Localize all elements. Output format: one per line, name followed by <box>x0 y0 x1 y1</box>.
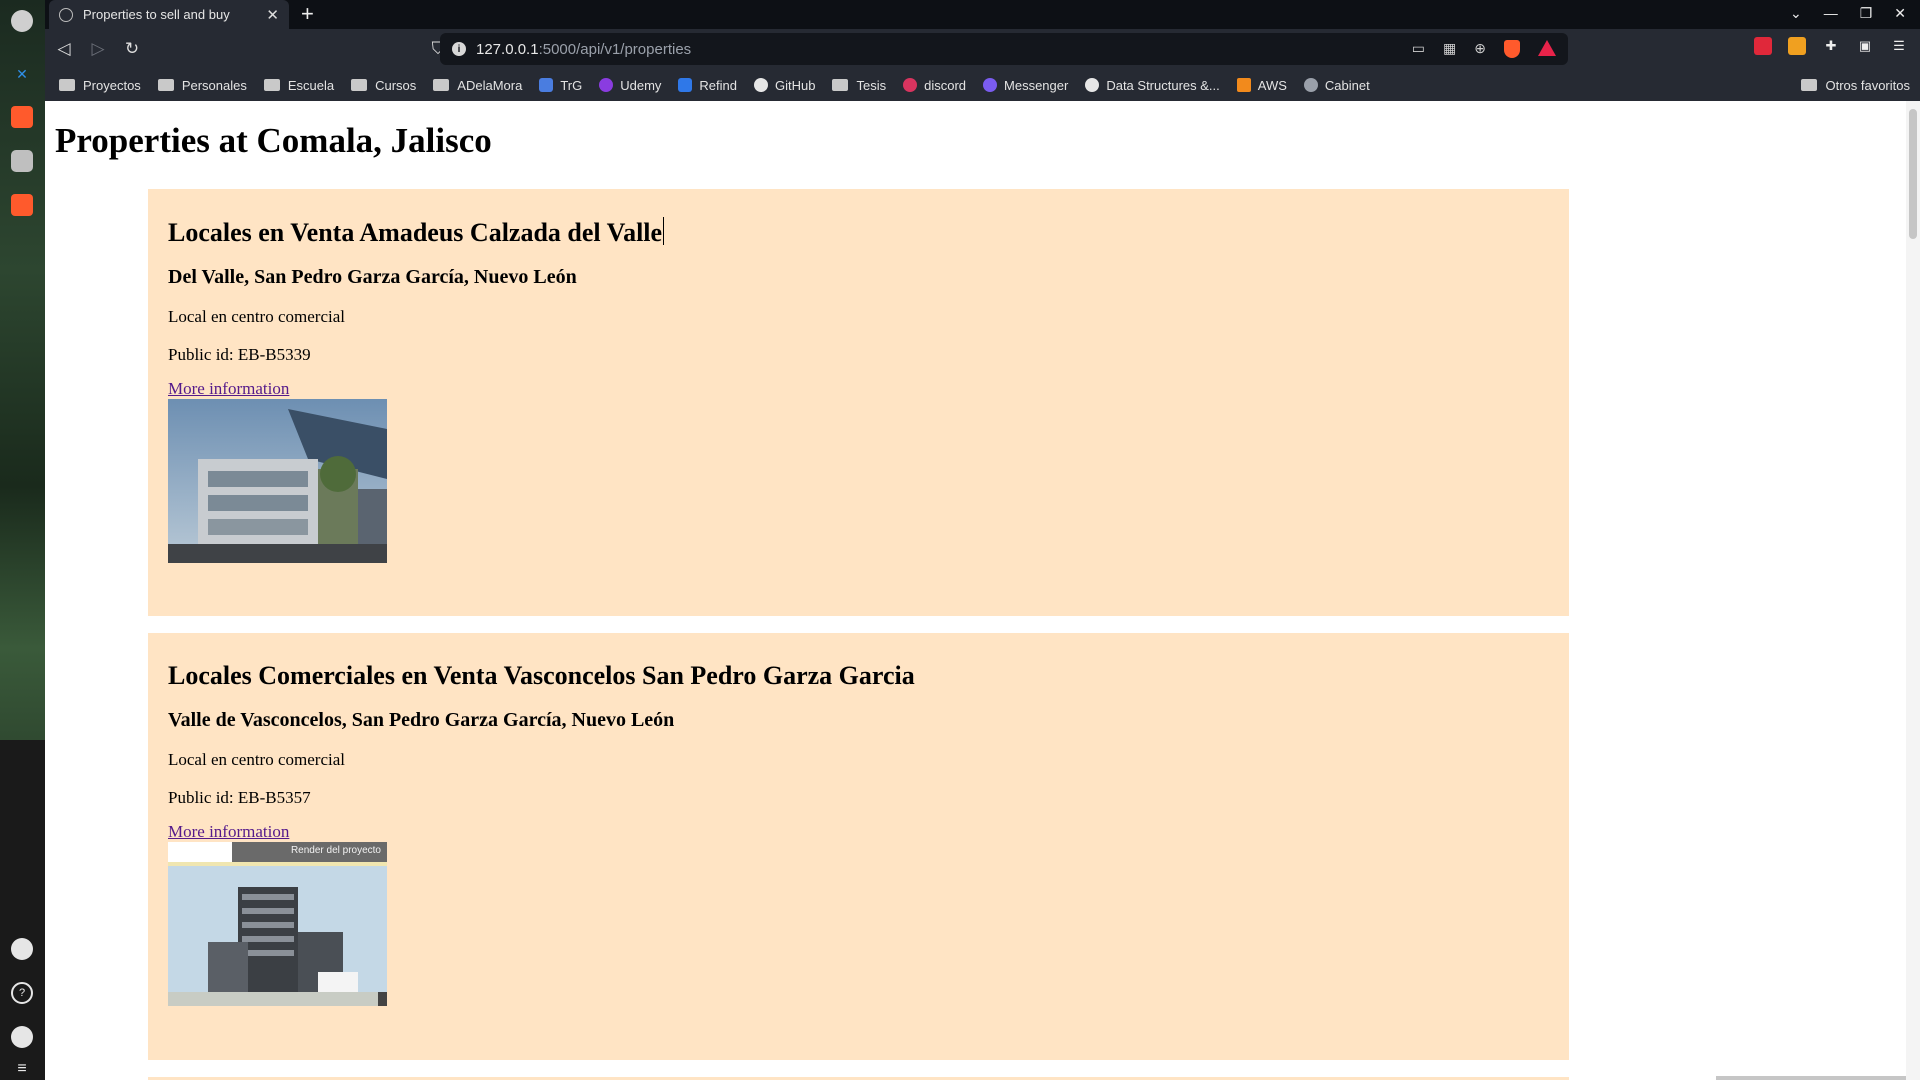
folder-icon <box>1801 79 1818 91</box>
close-window-icon[interactable]: ✕ <box>1894 5 1906 22</box>
property-card: Locales Comerciales en Venta Vasconcelos… <box>148 633 1569 1060</box>
bookmark-personales[interactable]: Personales <box>157 78 247 93</box>
image-caption: Render del proyecto <box>290 845 381 856</box>
dock-bottom-panel: ? ≡ <box>0 740 45 1080</box>
qr-code-icon[interactable]: ▦ <box>1443 40 1456 58</box>
tab-title: Properties to sell and buy <box>83 7 230 22</box>
browser-toolbar: ◁ ▷ ↻ ⛉ i 127.0.0.1 :5000/api/v1/propert… <box>45 29 1920 69</box>
bookmark-aws[interactable]: AWS <box>1236 78 1287 93</box>
tab-bar: Properties to sell and buy ✕ + ⌄ — ❐ ✕ <box>45 0 1920 29</box>
minimize-icon[interactable]: — <box>1824 5 1838 22</box>
property-card: Locales en Venta Amadeus Calzada del Val… <box>148 189 1569 616</box>
site-info-icon[interactable]: i <box>452 42 466 56</box>
page-viewport: Properties at Comala, Jalisco Locales en… <box>45 101 1920 1080</box>
more-information-link[interactable]: More information <box>168 822 1549 842</box>
property-title: Locales Comerciales en Venta Vasconcelos… <box>168 661 915 690</box>
more-information-link[interactable]: More information <box>168 379 1549 399</box>
vscode-icon[interactable]: ✕ <box>11 63 33 85</box>
udemy-icon <box>599 78 614 92</box>
bookmark-data-structures[interactable]: Data Structures &... <box>1085 78 1220 93</box>
other-bookmarks[interactable]: Otros favoritos <box>1801 69 1910 101</box>
new-tab-button[interactable]: + <box>301 2 314 26</box>
tab-search-icon[interactable]: ⌄ <box>1790 5 1802 22</box>
bookmark-cabinet[interactable]: Cabinet <box>1303 78 1370 93</box>
brave-active-icon[interactable] <box>11 194 33 216</box>
property-description: Local en centro comercial <box>168 307 345 326</box>
puzzle-icon[interactable]: ✚ <box>1822 37 1840 55</box>
app-grid-icon[interactable]: ≡ <box>11 1058 33 1080</box>
refind-icon <box>678 78 693 92</box>
property-image[interactable] <box>168 399 387 563</box>
globe-icon <box>59 7 73 22</box>
messenger-icon <box>983 78 998 92</box>
bookmark-github[interactable]: GitHub <box>754 78 815 93</box>
activities-icon[interactable] <box>11 10 33 32</box>
google-icon <box>1085 78 1100 92</box>
help-icon[interactable]: ? <box>11 982 33 1004</box>
menu-icon[interactable]: ☰ <box>1890 37 1908 55</box>
translate-icon <box>539 78 554 92</box>
vertical-scrollbar[interactable] <box>1906 101 1920 1080</box>
folder-icon <box>832 79 849 91</box>
window-controls: ⌄ — ❐ ✕ <box>1790 5 1906 22</box>
page-title: Properties at Comala, Jalisco <box>55 121 492 160</box>
url-path: :5000/api/v1/properties <box>538 40 692 58</box>
property-description: Local en centro comercial <box>168 750 345 769</box>
text-caret <box>663 217 665 245</box>
aws-icon <box>1236 78 1251 92</box>
bookmark-adelamora[interactable]: ADelaMora <box>433 78 522 93</box>
cast-icon[interactable]: ▭ <box>1412 40 1425 58</box>
browser-tab[interactable]: Properties to sell and buy ✕ <box>49 0 289 29</box>
bookmark-trg[interactable]: TrG <box>539 78 582 93</box>
close-tab-icon[interactable]: ✕ <box>266 6 279 24</box>
files-icon[interactable] <box>11 150 33 172</box>
cabinet-icon <box>1303 78 1318 92</box>
bookmark-tesis[interactable]: Tesis <box>832 78 886 93</box>
sound-icon[interactable] <box>11 1026 33 1048</box>
url-host: 127.0.0.1 <box>476 40 539 58</box>
bookmarks-bar: Proyectos Personales Escuela Cursos ADel… <box>45 69 1920 101</box>
horizontal-scrollbar[interactable] <box>1716 1076 1906 1080</box>
bookmark-escuela[interactable]: Escuela <box>263 78 334 93</box>
folder-icon <box>351 79 368 91</box>
property-public-id: Public id: EB-B5357 <box>168 788 311 807</box>
extensions-area: ✚ ▣ ☰ <box>1754 37 1908 55</box>
zoom-icon[interactable]: ⊕ <box>1474 40 1486 58</box>
extension-red-icon[interactable] <box>1754 37 1772 55</box>
property-image[interactable]: Render del proyecto <box>168 842 387 1006</box>
brave-dock-icon[interactable] <box>11 106 33 128</box>
chat-icon[interactable] <box>11 938 33 960</box>
maximize-icon[interactable]: ❐ <box>1860 5 1873 22</box>
bookmark-cursos[interactable]: Cursos <box>351 78 416 93</box>
reload-icon[interactable]: ↻ <box>117 34 147 64</box>
github-icon <box>754 78 768 92</box>
discord-icon <box>903 78 918 92</box>
folder-icon <box>433 79 450 91</box>
property-location: Del Valle, San Pedro Garza García, Nuevo… <box>168 266 577 288</box>
extension-orange-icon[interactable] <box>1788 37 1806 55</box>
bookmark-messenger[interactable]: Messenger <box>983 78 1068 93</box>
bookmark-udemy[interactable]: Udemy <box>599 78 661 93</box>
bookmark-discord[interactable]: discord <box>903 78 966 93</box>
bookmark-proyectos[interactable]: Proyectos <box>59 78 141 93</box>
wallet-icon[interactable]: ▣ <box>1856 37 1874 55</box>
property-title: Locales en Venta Amadeus Calzada del Val… <box>168 217 665 247</box>
os-dock: ✕ ? ≡ <box>0 0 45 1080</box>
forward-icon[interactable]: ▷ <box>83 34 113 64</box>
scrollbar-thumb[interactable] <box>1909 109 1917 239</box>
brave-shields-icon[interactable] <box>1504 40 1520 58</box>
folder-icon <box>59 79 75 91</box>
folder-icon <box>263 79 280 91</box>
brave-rewards-icon[interactable] <box>1538 40 1556 56</box>
back-icon[interactable]: ◁ <box>49 34 79 64</box>
address-bar[interactable]: i 127.0.0.1 :5000/api/v1/properties ▭ ▦ … <box>440 33 1568 65</box>
folder-icon <box>157 79 174 91</box>
property-location: Valle de Vasconcelos, San Pedro Garza Ga… <box>168 709 675 731</box>
property-public-id: Public id: EB-B5339 <box>168 345 311 364</box>
omnibox-icons: ▭ ▦ ⊕ <box>1412 40 1556 58</box>
bookmark-refind[interactable]: Refind <box>678 78 737 93</box>
